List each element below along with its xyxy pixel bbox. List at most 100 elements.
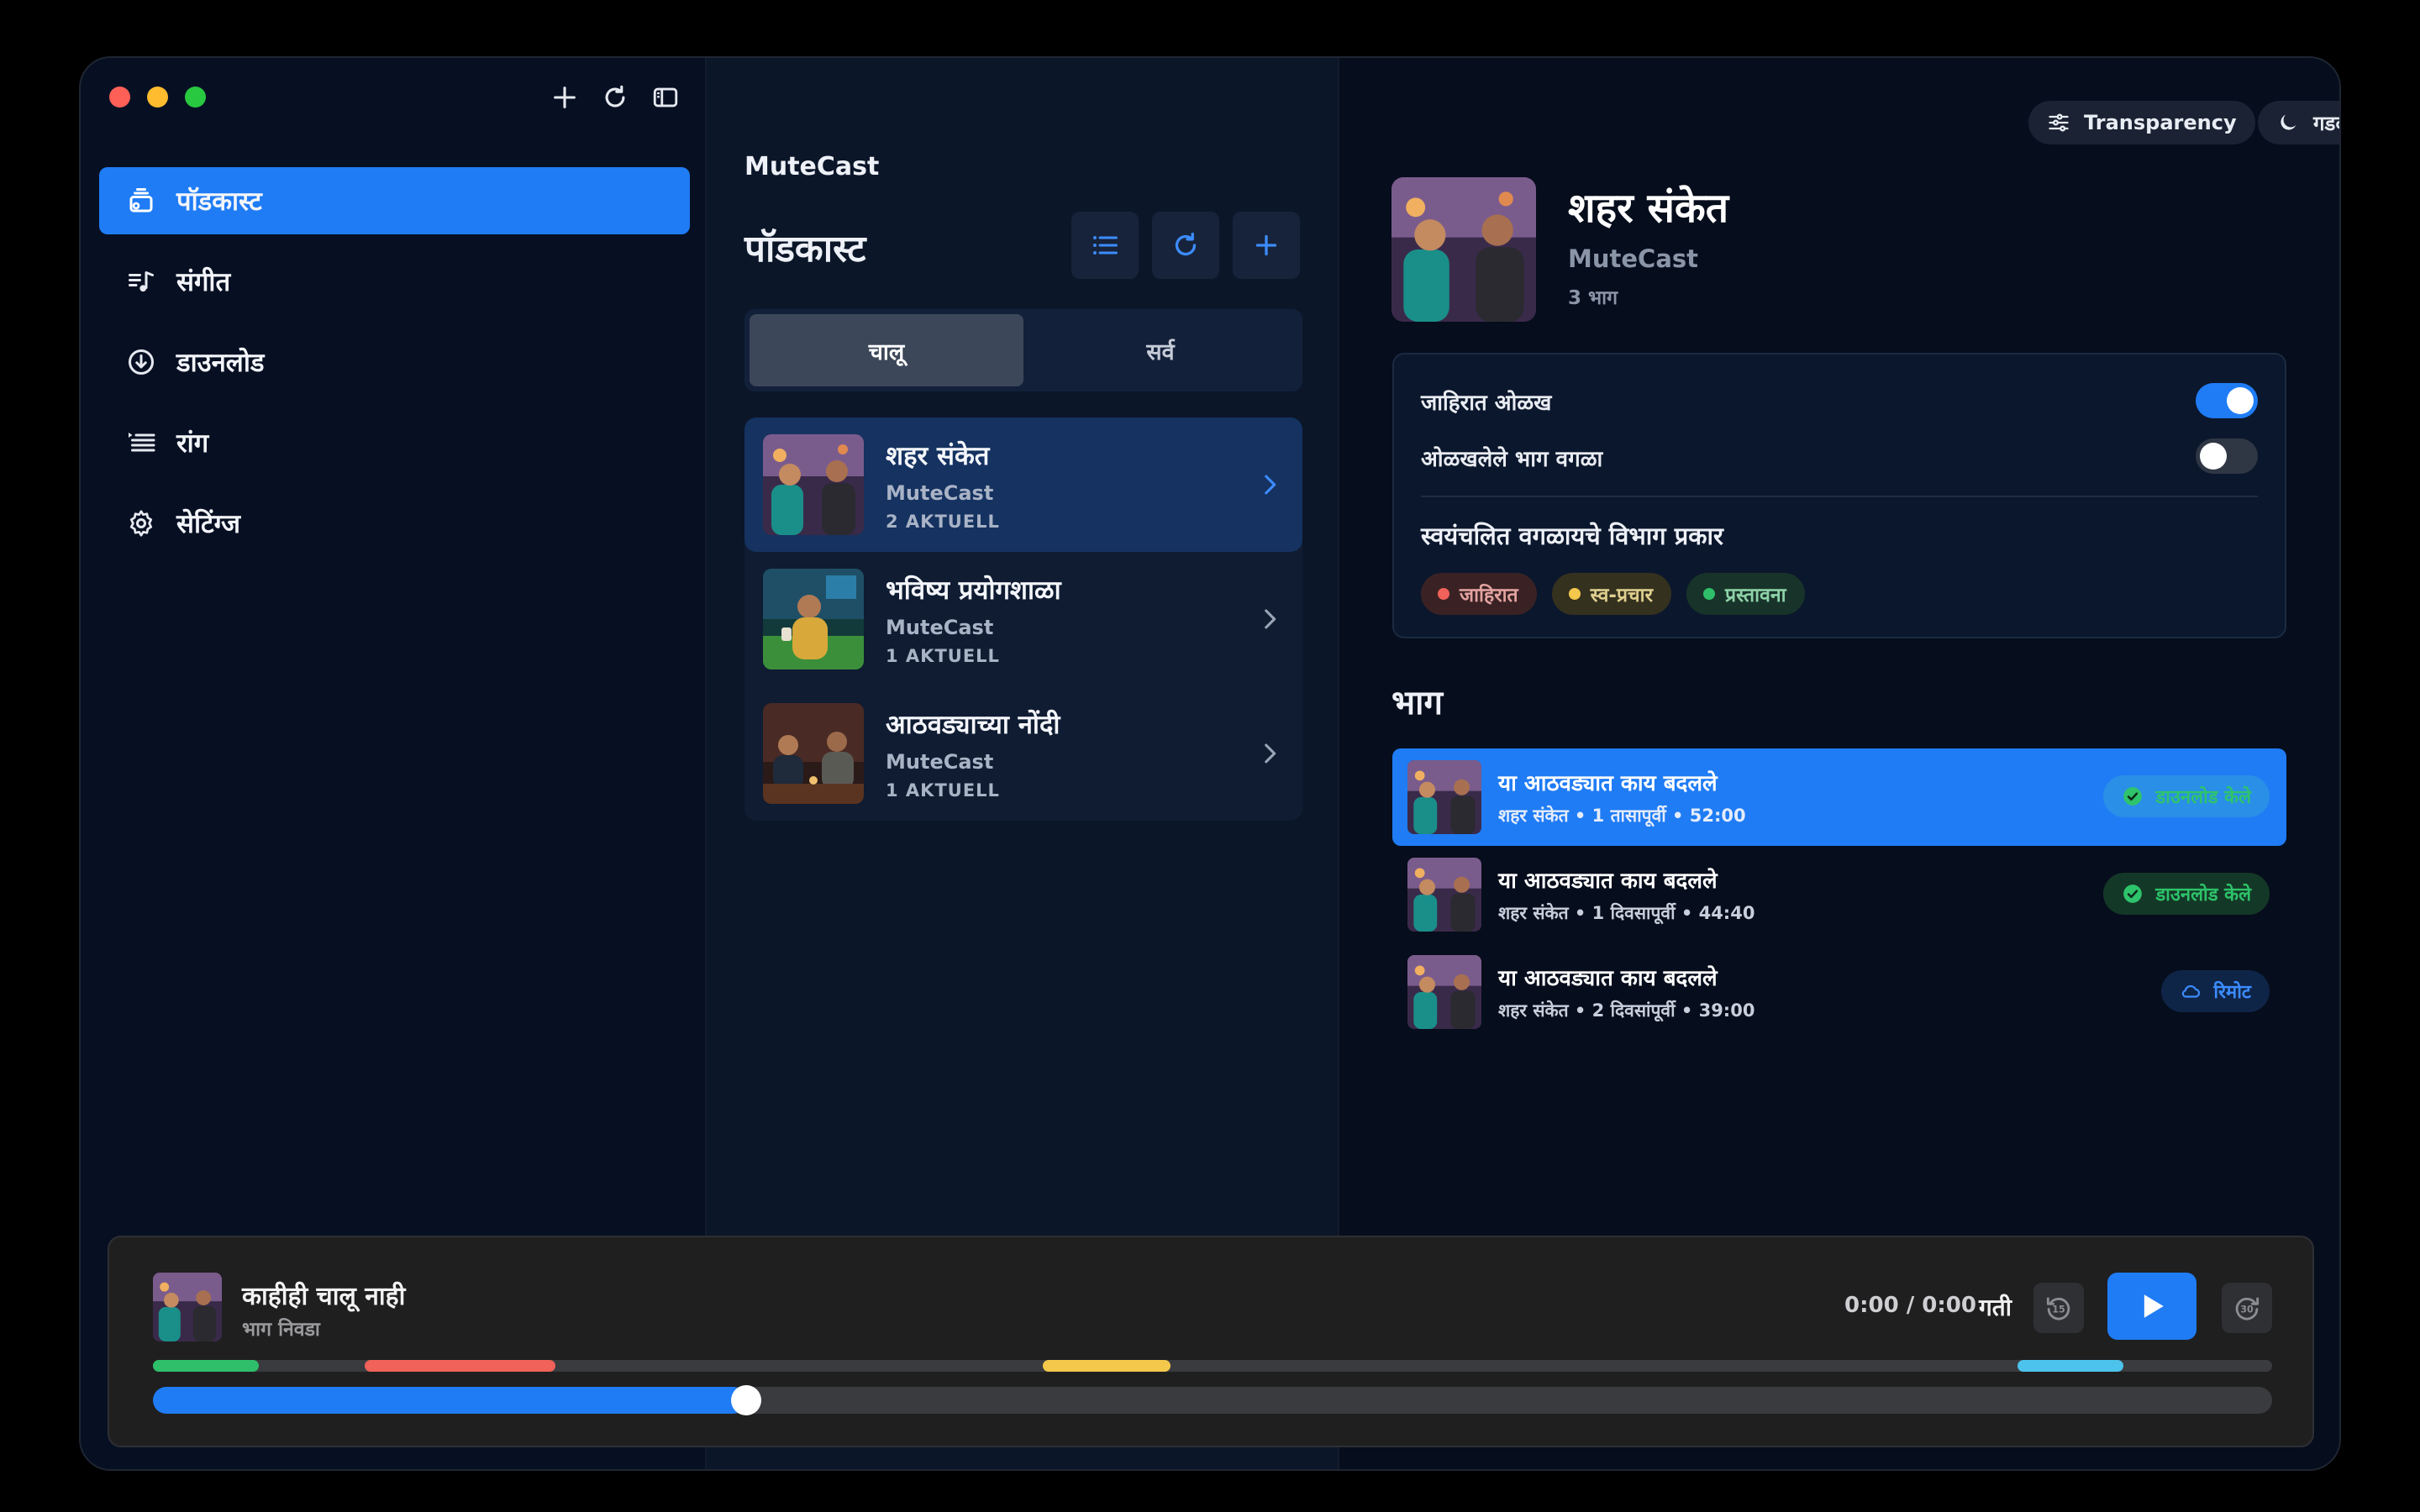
sidebar-item-downloads[interactable]: डाउनलोड <box>99 328 690 396</box>
list-toolbar <box>1071 212 1300 279</box>
progress-handle[interactable] <box>731 1385 762 1415</box>
chip-intro[interactable]: प्रस्तावना <box>1686 573 1805 615</box>
status-dot <box>1703 588 1716 600</box>
list-item[interactable]: शहर संकेत MuteCast 2 AKTUELL <box>744 417 1302 552</box>
close-window-button[interactable] <box>109 87 130 108</box>
zoom-window-button[interactable] <box>185 87 206 108</box>
badge-label: रिमोट <box>2213 982 2251 1003</box>
sidebar-item-podcasts[interactable]: पॉडकास्ट <box>99 167 690 234</box>
chip-ad[interactable]: जाहिरात <box>1421 573 1537 615</box>
check-circle-icon <box>2123 787 2143 806</box>
refresh-button[interactable] <box>1152 212 1219 279</box>
podcast-meta: 1 AKTUELL <box>886 780 1000 801</box>
add-podcast-button[interactable] <box>1233 212 1300 279</box>
podcast-artwork-large <box>1392 177 1536 322</box>
cloud-icon <box>2182 984 2201 998</box>
transparency-button[interactable]: Transparency <box>2028 101 2255 144</box>
chevron-right-icon <box>1255 737 1284 770</box>
segment-types-heading: स्वयंचलित वगळायचे विभाग प्रकार <box>1421 522 1723 550</box>
badge-label: डाउनलोड केले <box>2155 787 2251 808</box>
skip-forward-button[interactable]: 30 <box>2222 1283 2272 1333</box>
now-playing-bar: काहीही चालू नाही भाग निवडा 0:00 / 0:00 ग… <box>108 1236 2314 1447</box>
sidebar-item-label: पॉडकास्ट <box>176 186 262 217</box>
moon-icon <box>2281 114 2296 130</box>
play-icon <box>2144 1294 2164 1318</box>
table-row[interactable]: या आठवड्यात काय बदलले शहर संकेत • 1 तासा… <box>1392 748 2286 846</box>
list-view-button[interactable] <box>1071 212 1139 279</box>
podcast-meta: 1 AKTUELL <box>886 646 1000 666</box>
episode-meta: शहर संकेत • 1 तासापूर्वी • 52:00 <box>1498 806 1746 826</box>
episode-title: या आठवड्यात काय बदलले <box>1498 869 1718 894</box>
list-item[interactable]: भविष्य प्रयोगशाळा MuteCast 1 AKTUELL <box>744 552 1302 686</box>
sidebar-item-settings[interactable]: सेटिंग्ज <box>99 490 690 557</box>
theme-label: गडद <box>2313 111 2339 135</box>
badge-label: डाउनलोड केले <box>2155 885 2251 906</box>
podcast-name: भविष्य प्रयोगशाळा <box>886 575 1061 606</box>
status-dot <box>1438 588 1449 600</box>
ad-detection-label: जाहिरात ओळख <box>1421 391 1552 416</box>
episode-meta: शहर संकेत • 1 दिवसापूर्वी • 44:40 <box>1498 903 1755 923</box>
skip-detected-label: ओळखलेले भाग वगळा <box>1421 447 1603 472</box>
episode-meta: शहर संकेत • 2 दिवसांपूर्वी • 39:00 <box>1498 1000 1755 1021</box>
sidebar-nav: पॉडकास्ट संगीत डाउनलोड रांग सेटिंग्ज <box>99 167 690 570</box>
skip-back-15-icon: 15 <box>2046 1297 2070 1320</box>
window-controls <box>109 87 206 108</box>
transparency-label: Transparency <box>2084 111 2237 134</box>
status-badge: रिमोट <box>2161 970 2270 1012</box>
podcast-meta: 2 AKTUELL <box>886 512 1000 532</box>
sidebar-item-music[interactable]: संगीत <box>99 248 690 315</box>
chip-label: जाहिरात <box>1460 585 1518 606</box>
svg-text:15: 15 <box>2052 1305 2065 1315</box>
check-circle-icon <box>2123 885 2143 903</box>
refresh-icon <box>1175 232 1197 256</box>
svg-text:30: 30 <box>2240 1305 2254 1315</box>
table-row[interactable]: या आठवड्यात काय बदलले शहर संकेत • 1 दिवस… <box>1392 846 2286 943</box>
ad-detection-toggle[interactable] <box>2196 383 2258 418</box>
skip-detected-toggle[interactable] <box>2196 438 2258 474</box>
progress-fill <box>153 1387 747 1414</box>
add-icon[interactable] <box>550 83 579 112</box>
app-title: MuteCast <box>744 152 880 181</box>
episode-title: या आठवड्यात काय बदलले <box>1498 771 1718 796</box>
sidebar-item-label: सेटिंग्ज <box>176 509 240 539</box>
skip-back-button[interactable]: 15 <box>2033 1283 2084 1333</box>
sidebar-item-queue[interactable]: रांग <box>99 409 690 476</box>
speed-button[interactable]: गती <box>1979 1291 2012 1323</box>
episode-artwork <box>1407 760 1481 834</box>
podcast-author: MuteCast <box>886 481 994 505</box>
sliders-icon <box>2049 113 2069 132</box>
podcast-list: शहर संकेत MuteCast 2 AKTUELL भविष्य प्रय… <box>744 417 1302 821</box>
sidebar-toggle-icon[interactable] <box>651 83 680 112</box>
download-icon <box>124 345 158 379</box>
sidebar-item-label: संगीत <box>176 267 231 297</box>
status-dot <box>1568 588 1581 600</box>
gear-icon <box>124 507 158 540</box>
table-row[interactable]: या आठवड्यात काय बदलले शहर संकेत • 2 दिवस… <box>1392 943 2286 1041</box>
status-badge: डाउनलोड केले <box>2103 775 2270 817</box>
sidebar-item-label: रांग <box>176 428 209 459</box>
chevron-right-icon <box>1255 468 1284 501</box>
skip-forward-30-icon: 30 <box>2235 1297 2260 1320</box>
episode-artwork <box>1407 955 1481 1029</box>
play-button[interactable] <box>2107 1273 2196 1340</box>
app-window: पॉडकास्ट संगीत डाउनलोड रांग सेटिंग्ज Mut… <box>79 56 2341 1471</box>
progress-slider[interactable] <box>153 1385 2272 1415</box>
ad-skip-settings-card: जाहिरात ओळख ओळखलेले भाग वगळा स्वयंचलित व… <box>1392 353 2286 638</box>
podcast-title: शहर संकेत <box>1568 185 1729 232</box>
episode-title: या आठवड्यात काय बदलले <box>1498 966 1718 991</box>
tab-current[interactable]: चालू <box>750 314 1023 386</box>
chip-self-promo[interactable]: स्व-प्रचार <box>1551 573 1672 615</box>
sidebar-item-label: डाउनलोड <box>176 348 265 378</box>
episode-list: या आठवड्यात काय बदलले शहर संकेत • 1 तासा… <box>1392 748 2286 1041</box>
list-item[interactable]: आठवड्याच्या नोंदी MuteCast 1 AKTUELL <box>744 686 1302 821</box>
divider <box>1421 496 2258 497</box>
podcast-author: MuteCast <box>886 750 994 774</box>
podcast-icon <box>124 184 158 218</box>
tab-all[interactable]: सर्व <box>1023 314 1297 386</box>
theme-toggle-button[interactable]: गडद <box>2258 101 2339 144</box>
refresh-icon[interactable] <box>601 83 629 112</box>
segment-type-chips: जाहिरात स्व-प्रचार प्रस्तावना <box>1421 573 1805 615</box>
sidebar-toolbar <box>550 83 680 112</box>
now-playing-artwork <box>153 1273 222 1341</box>
minimize-window-button[interactable] <box>147 87 168 108</box>
